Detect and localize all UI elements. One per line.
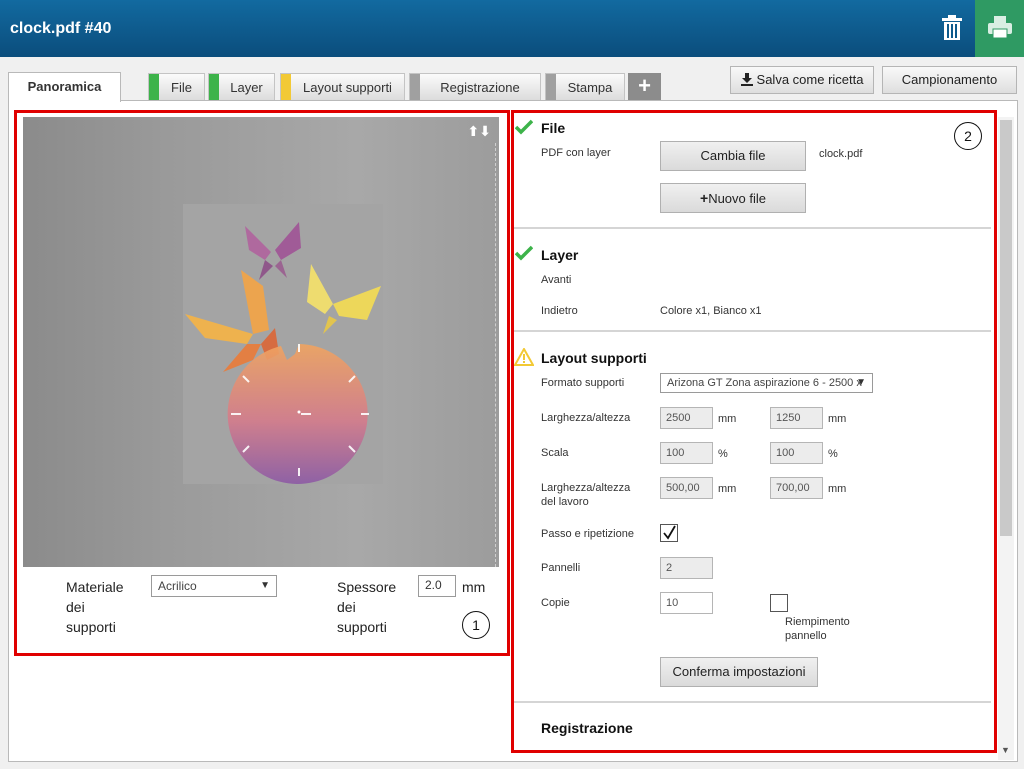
callout-badge-1: 1 bbox=[462, 611, 490, 639]
status-marker bbox=[410, 74, 420, 100]
tab-layout-supporti[interactable]: Layout supporti bbox=[280, 73, 405, 100]
preview-highlight bbox=[14, 110, 510, 656]
download-icon bbox=[740, 73, 753, 86]
scroll-down-icon[interactable]: ▼ bbox=[1001, 745, 1010, 755]
settings-highlight bbox=[511, 110, 997, 753]
status-marker bbox=[546, 74, 556, 100]
tab-label: File bbox=[171, 80, 192, 95]
tab-label: Registrazione bbox=[440, 80, 520, 95]
tab-panoramica[interactable]: Panoramica bbox=[8, 72, 121, 102]
window-title: clock.pdf #40 bbox=[10, 20, 112, 37]
scrollbar-thumb[interactable] bbox=[1000, 120, 1012, 536]
save-recipe-button[interactable]: Salva come ricetta bbox=[730, 66, 874, 94]
sampling-button[interactable]: Campionamento bbox=[882, 66, 1017, 94]
tab-stampa[interactable]: Stampa bbox=[545, 73, 625, 100]
save-recipe-label: Salva come ricetta bbox=[756, 72, 864, 87]
tab-file[interactable]: File bbox=[148, 73, 205, 100]
tab-label: Stampa bbox=[567, 80, 613, 95]
tab-registrazione[interactable]: Registrazione bbox=[409, 73, 541, 100]
tab-layer[interactable]: Layer bbox=[208, 73, 275, 100]
status-marker bbox=[281, 74, 291, 100]
tab-label: Panoramica bbox=[27, 79, 102, 94]
title-bar: clock.pdf #40 bbox=[0, 0, 1024, 57]
tab-label: Layout supporti bbox=[303, 80, 392, 95]
add-tab-button[interactable]: + bbox=[628, 73, 661, 100]
print-button[interactable] bbox=[975, 0, 1024, 57]
trash-icon[interactable] bbox=[940, 14, 964, 42]
status-marker bbox=[149, 74, 159, 100]
printer-icon bbox=[988, 16, 1012, 39]
tab-label: Layer bbox=[230, 80, 263, 95]
status-marker bbox=[209, 74, 219, 100]
callout-badge-2: 2 bbox=[954, 122, 982, 150]
